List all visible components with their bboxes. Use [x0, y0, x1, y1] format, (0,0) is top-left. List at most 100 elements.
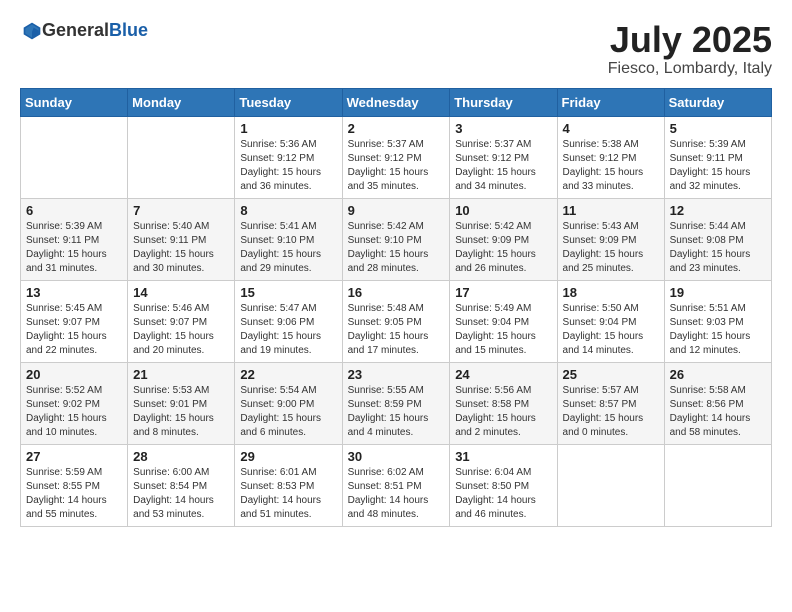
day-number: 28: [133, 449, 229, 464]
day-number: 27: [26, 449, 122, 464]
calendar-cell: 1 Sunrise: 5:36 AM Sunset: 9:12 PM Daylig…: [235, 116, 342, 198]
day-number: 21: [133, 367, 229, 382]
logo-general: General: [42, 20, 109, 41]
day-number: 17: [455, 285, 551, 300]
day-number: 26: [670, 367, 766, 382]
day-info: Sunrise: 5:37 AM Sunset: 9:12 PM Dayligh…: [348, 138, 445, 194]
calendar-cell: 15Sunrise: 5:47 AM Sunset: 9:06 PM Dayli…: [235, 280, 342, 362]
day-number: 4: [563, 121, 659, 136]
day-number: 31: [455, 449, 551, 464]
day-info: Sunrise: 5:57 AM Sunset: 8:57 PM Dayligh…: [563, 384, 659, 440]
day-number: 5: [670, 121, 766, 136]
day-number: 2: [348, 121, 445, 136]
day-number: 25: [563, 367, 659, 382]
day-number: 3: [455, 121, 551, 136]
calendar-cell: 21 Sunrise: 5:53 AM Sunset: 9:01 PM Dayli…: [128, 362, 235, 444]
calendar-cell: [128, 116, 235, 198]
week-row-3: 13 Sunrise: 5:45 AM Sunset: 9:07 PM Dayli…: [21, 280, 772, 362]
day-info: Sunrise: 5:44 AM Sunset: 9:08 PM Dayligh…: [670, 220, 766, 276]
day-info: Sunrise: 6:01 AM Sunset: 8:53 PM Dayligh…: [240, 466, 336, 522]
calendar-cell: 27 Sunrise: 5:59 AM Sunset: 8:55 PM Dayli…: [21, 444, 128, 526]
title-section: July 2025 Fiesco, Lombardy, Italy: [608, 20, 772, 78]
day-info: Sunrise: 5:49 AM Sunset: 9:04 PM Dayligh…: [455, 302, 551, 358]
location-title: Fiesco, Lombardy, Italy: [608, 60, 772, 78]
day-info: Sunrise: 5:53 AM Sunset: 9:01 PM Dayligh…: [133, 384, 229, 440]
day-info: Sunrise: 6:00 AM Sunset: 8:54 PM Dayligh…: [133, 466, 229, 522]
day-number: 6: [26, 203, 122, 218]
calendar-cell: 31 Sunrise: 6:04 AM Sunset: 8:50 PM Dayli…: [450, 444, 557, 526]
calendar-cell: 10 Sunrise: 5:42 AM Sunset: 9:09 PM Dayli…: [450, 198, 557, 280]
calendar-cell: 12 Sunrise: 5:44 AM Sunset: 9:08 PM Dayli…: [664, 198, 771, 280]
calendar-cell: [21, 116, 128, 198]
weekday-header-monday: Monday: [128, 88, 235, 116]
day-info: Sunrise: 5:59 AM Sunset: 8:55 PM Dayligh…: [26, 466, 122, 522]
calendar-cell: 30Sunrise: 6:02 AM Sunset: 8:51 PM Dayli…: [342, 444, 450, 526]
calendar-cell: 18Sunrise: 5:50 AM Sunset: 9:04 PM Dayli…: [557, 280, 664, 362]
day-info: Sunrise: 5:41 AM Sunset: 9:10 PM Dayligh…: [240, 220, 336, 276]
calendar-cell: [557, 444, 664, 526]
calendar-cell: 4Sunrise: 5:38 AM Sunset: 9:12 PM Daylig…: [557, 116, 664, 198]
day-info: Sunrise: 5:46 AM Sunset: 9:07 PM Dayligh…: [133, 302, 229, 358]
day-info: Sunrise: 5:37 AM Sunset: 9:12 PM Dayligh…: [455, 138, 551, 194]
day-info: Sunrise: 5:47 AM Sunset: 9:06 PM Dayligh…: [240, 302, 336, 358]
calendar-cell: 7Sunrise: 5:40 AM Sunset: 9:11 PM Daylig…: [128, 198, 235, 280]
calendar-cell: 2 Sunrise: 5:37 AM Sunset: 9:12 PM Daylig…: [342, 116, 450, 198]
calendar-cell: 17 Sunrise: 5:49 AM Sunset: 9:04 PM Dayli…: [450, 280, 557, 362]
day-info: Sunrise: 5:50 AM Sunset: 9:04 PM Dayligh…: [563, 302, 659, 358]
weekday-header-friday: Friday: [557, 88, 664, 116]
day-number: 22: [240, 367, 336, 382]
day-info: Sunrise: 5:55 AM Sunset: 8:59 PM Dayligh…: [348, 384, 445, 440]
day-number: 20: [26, 367, 122, 382]
day-number: 12: [670, 203, 766, 218]
day-info: Sunrise: 5:39 AM Sunset: 9:11 PM Dayligh…: [670, 138, 766, 194]
calendar-cell: 16 Sunrise: 5:48 AM Sunset: 9:05 PM Dayli…: [342, 280, 450, 362]
weekday-header-thursday: Thursday: [450, 88, 557, 116]
day-number: 13: [26, 285, 122, 300]
calendar-cell: 25 Sunrise: 5:57 AM Sunset: 8:57 PM Dayli…: [557, 362, 664, 444]
day-number: 16: [348, 285, 445, 300]
day-number: 10: [455, 203, 551, 218]
logo: GeneralBlue: [20, 20, 148, 41]
calendar: SundayMondayTuesdayWednesdayThursdayFrid…: [20, 88, 772, 527]
day-number: 14: [133, 285, 229, 300]
calendar-cell: 8 Sunrise: 5:41 AM Sunset: 9:10 PM Daylig…: [235, 198, 342, 280]
day-info: Sunrise: 5:42 AM Sunset: 9:09 PM Dayligh…: [455, 220, 551, 276]
calendar-cell: 19 Sunrise: 5:51 AM Sunset: 9:03 PM Dayli…: [664, 280, 771, 362]
calendar-cell: 26 Sunrise: 5:58 AM Sunset: 8:56 PM Dayli…: [664, 362, 771, 444]
day-info: Sunrise: 5:39 AM Sunset: 9:11 PM Dayligh…: [26, 220, 122, 276]
day-number: 23: [348, 367, 445, 382]
calendar-cell: 6 Sunrise: 5:39 AM Sunset: 9:11 PM Daylig…: [21, 198, 128, 280]
calendar-cell: 13 Sunrise: 5:45 AM Sunset: 9:07 PM Dayli…: [21, 280, 128, 362]
weekday-header-tuesday: Tuesday: [235, 88, 342, 116]
calendar-cell: 28 Sunrise: 6:00 AM Sunset: 8:54 PM Dayli…: [128, 444, 235, 526]
week-row-2: 6 Sunrise: 5:39 AM Sunset: 9:11 PM Daylig…: [21, 198, 772, 280]
day-number: 8: [240, 203, 336, 218]
week-row-4: 20 Sunrise: 5:52 AM Sunset: 9:02 PM Dayli…: [21, 362, 772, 444]
day-number: 1: [240, 121, 336, 136]
day-number: 11: [563, 203, 659, 218]
day-number: 19: [670, 285, 766, 300]
day-info: Sunrise: 5:36 AM Sunset: 9:12 PM Dayligh…: [240, 138, 336, 194]
logo-blue: Blue: [109, 20, 148, 41]
page-header: GeneralBlue July 2025 Fiesco, Lombardy, …: [20, 20, 772, 78]
calendar-cell: 29 Sunrise: 6:01 AM Sunset: 8:53 PM Dayli…: [235, 444, 342, 526]
calendar-cell: 11Sunrise: 5:43 AM Sunset: 9:09 PM Dayli…: [557, 198, 664, 280]
weekday-header-row: SundayMondayTuesdayWednesdayThursdayFrid…: [21, 88, 772, 116]
logo-icon: [22, 21, 42, 41]
weekday-header-wednesday: Wednesday: [342, 88, 450, 116]
day-info: Sunrise: 5:52 AM Sunset: 9:02 PM Dayligh…: [26, 384, 122, 440]
day-info: Sunrise: 5:51 AM Sunset: 9:03 PM Dayligh…: [670, 302, 766, 358]
day-info: Sunrise: 5:54 AM Sunset: 9:00 PM Dayligh…: [240, 384, 336, 440]
day-info: Sunrise: 5:48 AM Sunset: 9:05 PM Dayligh…: [348, 302, 445, 358]
calendar-cell: 22 Sunrise: 5:54 AM Sunset: 9:00 PM Dayli…: [235, 362, 342, 444]
day-info: Sunrise: 5:58 AM Sunset: 8:56 PM Dayligh…: [670, 384, 766, 440]
day-info: Sunrise: 6:04 AM Sunset: 8:50 PM Dayligh…: [455, 466, 551, 522]
calendar-cell: 9Sunrise: 5:42 AM Sunset: 9:10 PM Daylig…: [342, 198, 450, 280]
week-row-5: 27 Sunrise: 5:59 AM Sunset: 8:55 PM Dayli…: [21, 444, 772, 526]
day-number: 30: [348, 449, 445, 464]
week-row-1: 1 Sunrise: 5:36 AM Sunset: 9:12 PM Daylig…: [21, 116, 772, 198]
calendar-cell: 24Sunrise: 5:56 AM Sunset: 8:58 PM Dayli…: [450, 362, 557, 444]
day-info: Sunrise: 5:45 AM Sunset: 9:07 PM Dayligh…: [26, 302, 122, 358]
day-number: 29: [240, 449, 336, 464]
day-info: Sunrise: 5:42 AM Sunset: 9:10 PM Dayligh…: [348, 220, 445, 276]
